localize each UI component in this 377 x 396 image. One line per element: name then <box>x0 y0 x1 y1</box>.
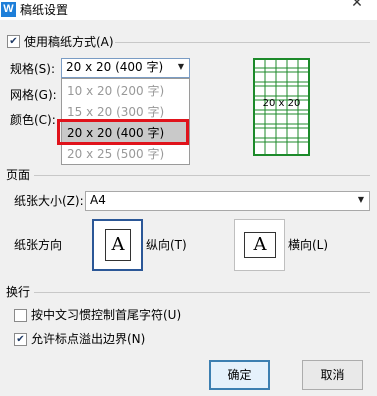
wps-app-icon: W <box>1 2 16 17</box>
landscape-label: 横向(L) <box>288 238 329 252</box>
use-manuscript-label: 使用稿纸方式(A) <box>24 35 114 49</box>
paper-size-value: A4 <box>90 193 106 207</box>
close-icon[interactable]: ✕ <box>346 0 368 12</box>
portrait-button[interactable]: A <box>92 219 143 271</box>
window-title: 稿纸设置 <box>20 3 69 17</box>
grid-preview: 20 x 20 <box>253 58 310 156</box>
selection-highlight-box <box>57 119 189 145</box>
section-divider <box>115 42 370 43</box>
chinese-rules-label: 按中文习惯控制首尾字符(U) <box>31 308 182 322</box>
spec-combo[interactable]: 20 x 20 (400 字) <box>61 58 190 78</box>
spec-combo-value: 20 x 20 (400 字) <box>66 60 164 74</box>
spec-label: 规格(S): <box>10 62 56 76</box>
grid-preview-caption: 20 x 20 <box>262 98 301 109</box>
color-label: 颜色(C): <box>10 113 56 127</box>
paper-size-label: 纸张大小(Z): <box>14 194 84 208</box>
spec-option[interactable]: 10 x 20 (200 字) <box>62 80 189 102</box>
chinese-rules-checkbox[interactable] <box>14 309 27 322</box>
page-section-title: 页面 <box>6 168 31 182</box>
portrait-label: 纵向(T) <box>146 238 187 252</box>
portrait-page-icon: A <box>105 229 131 261</box>
ok-button[interactable]: 确定 <box>209 360 270 390</box>
punctuation-overflow-checkbox[interactable]: ✔ <box>14 333 27 346</box>
landscape-button[interactable]: A <box>234 219 285 271</box>
landscape-page-icon: A <box>244 232 276 258</box>
section-divider <box>34 292 370 293</box>
paper-size-combo[interactable]: A4 <box>85 191 370 211</box>
grid-label: 网格(G): <box>10 88 57 102</box>
spec-option[interactable]: 20 x 25 (500 字) <box>62 143 189 165</box>
chevron-down-icon[interactable]: ▼ <box>174 58 188 76</box>
orientation-label: 纸张方向 <box>14 238 63 252</box>
wrap-section-title: 换行 <box>6 285 31 299</box>
section-divider <box>34 175 370 176</box>
chevron-down-icon[interactable]: ▼ <box>354 191 368 209</box>
use-manuscript-checkbox[interactable]: ✔ <box>7 35 20 48</box>
punctuation-overflow-label: 允许标点溢出边界(N) <box>31 332 146 346</box>
cancel-button[interactable]: 取消 <box>302 360 363 390</box>
